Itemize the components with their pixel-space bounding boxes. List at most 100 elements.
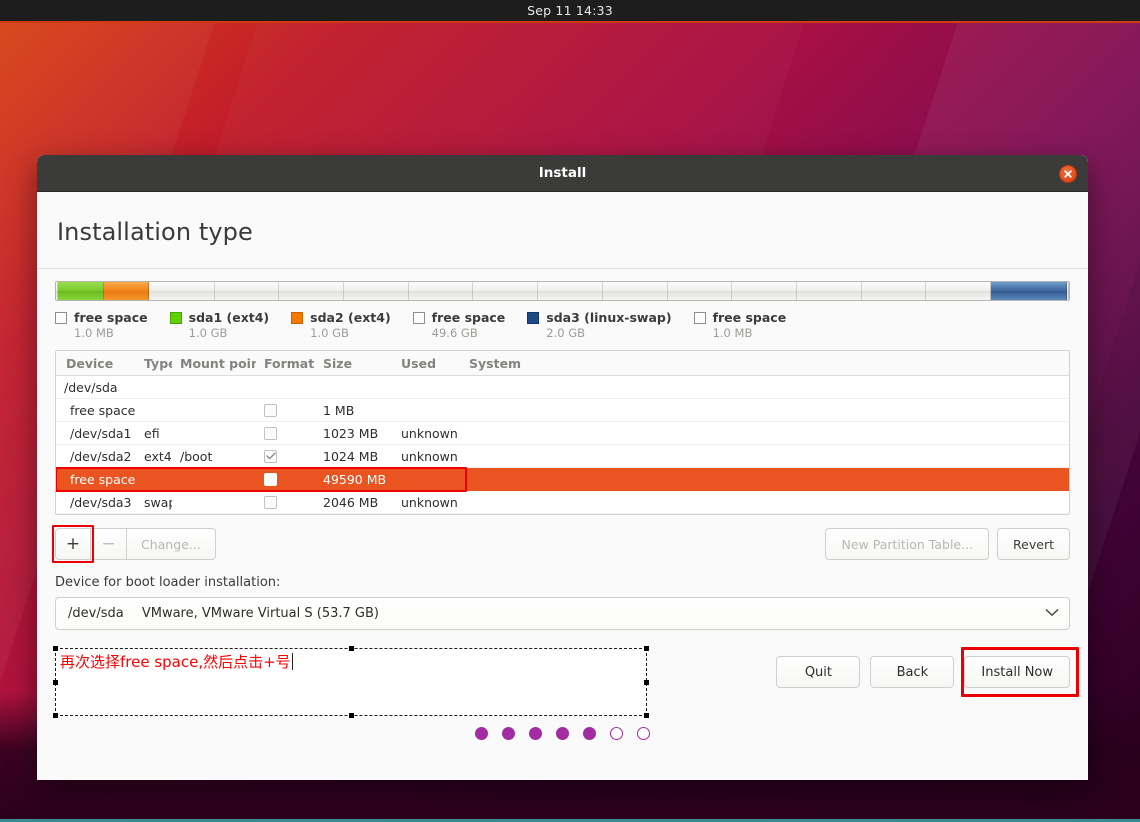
legend-color-swatch [169, 311, 182, 324]
partition-table[interactable]: DeviceTypeMount pointFormat?SizeUsedSyst… [55, 350, 1070, 515]
partition-bar-segment[interactable] [991, 282, 1067, 300]
legend-item: free space 49.6 GB [412, 310, 505, 340]
resize-handle[interactable] [349, 713, 354, 718]
legend-item-header: sda1 (ext4) [169, 310, 269, 325]
cell-device: free space [70, 471, 136, 487]
cell-size: 1 MB [323, 402, 355, 418]
resize-handle[interactable] [644, 713, 649, 718]
partition-bar-segment[interactable] [1066, 282, 1069, 300]
heading-divider [37, 268, 1088, 269]
cell-mount-point: /boot [180, 448, 213, 464]
partition-bar-segment[interactable] [58, 282, 104, 300]
table-column-header[interactable]: Used [393, 356, 461, 371]
cell-used: unknown [401, 494, 458, 510]
top-panel: Sep 11 14:33 [0, 0, 1140, 21]
window-title: Install [538, 165, 587, 181]
partition-bar-segment[interactable] [148, 282, 992, 300]
progress-dot [556, 727, 569, 740]
table-column-header[interactable]: Size [315, 356, 393, 371]
resize-handle[interactable] [53, 713, 58, 718]
cell-device: /dev/sda [64, 379, 118, 395]
resize-handle[interactable] [53, 680, 58, 685]
legend-item: sda1 (ext4) 1.0 GB [169, 310, 269, 340]
back-button[interactable]: Back [870, 656, 955, 688]
cell-type: swap [144, 494, 172, 510]
quit-button[interactable]: Quit [776, 656, 861, 688]
table-row-selected[interactable]: free space 49590 MB [56, 467, 1069, 492]
table-column-header[interactable]: Mount point [172, 356, 256, 371]
bottom-row: 再次选择free space,然后点击+号 Quit Back Install … [53, 646, 1079, 718]
table-column-header[interactable]: Type [136, 356, 172, 371]
partition-bar-tick [407, 282, 409, 300]
legend-size: 1.0 MB [74, 326, 114, 340]
resize-handle[interactable] [349, 646, 354, 651]
chevron-down-icon [1045, 606, 1059, 621]
close-icon[interactable] [1059, 165, 1077, 183]
resize-handle[interactable] [644, 680, 649, 685]
bootloader-device-description: VMware, VMware Virtual S (53.7 GB) [141, 606, 379, 621]
table-row[interactable]: /dev/sda [56, 376, 1069, 399]
legend-label: sda3 (linux-swap) [546, 310, 672, 325]
annotation-text: 再次选择free space,然后点击+号 [60, 653, 291, 671]
page-title: Installation type [57, 218, 253, 246]
legend-color-swatch [55, 311, 67, 324]
cell-used: unknown [401, 448, 458, 464]
new-partition-table-button: New Partition Table... [825, 528, 990, 560]
revert-button[interactable]: Revert [997, 528, 1070, 560]
cell-format [256, 426, 315, 440]
top-panel-accent-line [0, 21, 1140, 23]
format-checkbox[interactable] [264, 472, 277, 486]
table-column-header[interactable]: Device [56, 356, 136, 371]
remove-partition-button: − [91, 528, 127, 560]
partition-bar-segment[interactable] [103, 282, 149, 300]
cell-device: /dev/sda2 [70, 448, 132, 464]
legend-item-header: free space [693, 310, 787, 325]
partition-bar-tick [796, 282, 798, 300]
clock[interactable]: Sep 11 14:33 [527, 3, 613, 18]
navigation-buttons: Quit Back Install Now [766, 647, 1079, 697]
partition-bar[interactable] [55, 281, 1070, 301]
format-checkbox[interactable] [264, 403, 277, 417]
cell-size: 1024 MB [323, 448, 379, 464]
cell-device: free space [70, 402, 136, 418]
resize-handle[interactable] [644, 646, 649, 651]
text-caret [291, 653, 293, 670]
legend-color-swatch [693, 311, 706, 324]
partition-bar-tick [925, 282, 927, 300]
table-row[interactable]: free space 1 MB [56, 399, 1069, 422]
cell-size: 2046 MB [323, 494, 379, 510]
progress-dot [475, 727, 488, 740]
content-area: free space 1.0 MB sda1 (ext4) 1.0 GB sda2 (e… [37, 281, 1088, 718]
partition-bar-tick [860, 282, 862, 300]
legend-label: sda2 (ext4) [310, 310, 391, 325]
legend-color-swatch [291, 311, 304, 324]
add-partition-button[interactable]: + [55, 528, 91, 560]
format-checkbox[interactable] [264, 449, 277, 463]
format-checkbox[interactable] [264, 426, 277, 440]
table-row[interactable]: /dev/sda1 efi 1023 MB unknown [56, 422, 1069, 445]
bootloader-device-select[interactable]: /dev/sda VMware, VMware Virtual S (53.7 … [55, 597, 1070, 630]
annotation-textbox[interactable]: 再次选择free space,然后点击+号 [53, 646, 649, 718]
legend-item-header: sda3 (linux-swap) [527, 310, 672, 325]
table-body: /dev/sda free space 1 MB/dev/sda1 efi 1023 M… [56, 376, 1069, 514]
progress-dot [583, 727, 596, 740]
resize-handle[interactable] [53, 646, 58, 651]
table-row[interactable]: /dev/sda3 swap 2046 MB unknown [56, 491, 1069, 514]
install-now-button[interactable]: Install Now [964, 656, 1070, 688]
table-row[interactable]: /dev/sda2 ext4/boot 1024 MB unknown [56, 445, 1069, 468]
progress-dot [637, 727, 650, 740]
cell-format [256, 472, 315, 486]
cell-format [256, 403, 315, 417]
partition-bar-tick [343, 282, 344, 300]
cell-format [256, 449, 315, 463]
table-column-header[interactable]: Format? [256, 356, 315, 371]
partition-bar-tick [213, 282, 215, 300]
cell-device: /dev/sda3 [70, 494, 132, 510]
partition-bar-tick [472, 282, 474, 300]
table-column-header[interactable]: System [461, 356, 661, 371]
progress-dot [502, 727, 515, 740]
partition-bar-tick [537, 282, 539, 300]
legend-label: free space [712, 310, 787, 325]
format-checkbox[interactable] [264, 495, 277, 509]
legend-size: 1.0 MB [712, 326, 753, 340]
